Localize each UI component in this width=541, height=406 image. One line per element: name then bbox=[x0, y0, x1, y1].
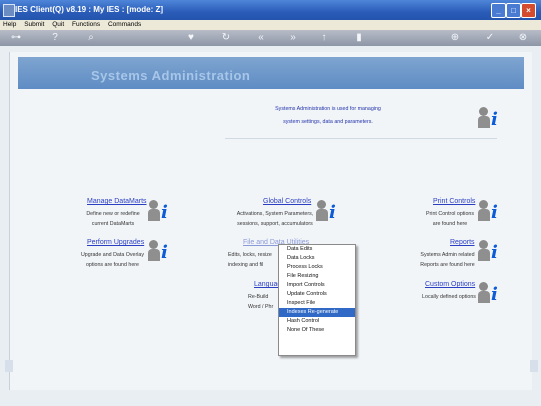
toolbar: ⊶ ? ⌕ ♥ ↻ « » ↑ ▮ ⊕ ✓ ⊗ bbox=[0, 30, 541, 46]
admin-person-icon: i bbox=[478, 106, 504, 130]
print-controls-desc: Print Control options are found here bbox=[415, 209, 485, 229]
app-icon bbox=[3, 4, 15, 17]
print-controls-link[interactable]: Print Controls bbox=[433, 198, 475, 205]
separator bbox=[225, 138, 497, 139]
menu-quit[interactable]: Quit bbox=[52, 21, 64, 28]
person-info-icon[interactable]: i bbox=[478, 239, 504, 263]
person-info-icon[interactable]: i bbox=[478, 281, 504, 305]
dropdown-item[interactable]: Update Controls bbox=[279, 290, 355, 299]
page-title: Systems Administration bbox=[91, 68, 251, 83]
person-info-icon[interactable]: i bbox=[316, 199, 342, 223]
cut-icon[interactable]: ▮ bbox=[351, 31, 367, 45]
desc-line: options are found here bbox=[85, 262, 139, 268]
page-banner: Systems Administration bbox=[18, 57, 524, 89]
close-icon[interactable]: ⊗ bbox=[515, 31, 531, 45]
perform-upgrades-desc: Upgrade and Data Overlay options are fou… bbox=[65, 250, 160, 270]
manage-datamarts-desc: Define new or redefine current DataMarts bbox=[68, 209, 158, 229]
dropdown-item-selected[interactable]: Indexes Re-generate bbox=[279, 308, 355, 317]
global-controls-desc: Activations, System Parameters, sessions… bbox=[225, 209, 325, 229]
confirm-icon[interactable]: ✓ bbox=[482, 31, 498, 45]
title-bar[interactable]: IES Client(Q) v8.19 : My IES : [mode: Z]… bbox=[0, 0, 541, 20]
help-icon[interactable]: ? bbox=[47, 31, 63, 45]
window-title: IES Client(Q) v8.19 : My IES : [mode: Z] bbox=[15, 5, 164, 14]
left-edge-tab[interactable] bbox=[5, 360, 13, 372]
status-bar bbox=[0, 390, 541, 406]
global-controls-link[interactable]: Global Controls bbox=[263, 198, 311, 205]
back-icon[interactable]: « bbox=[253, 31, 269, 45]
dropdown-item[interactable]: Import Controls bbox=[279, 281, 355, 290]
desc-line: sessions, support, accumulators bbox=[237, 221, 313, 227]
upload-icon[interactable]: ↑ bbox=[316, 31, 332, 45]
perform-upgrades-link[interactable]: Perform Upgrades bbox=[87, 239, 144, 246]
key-icon[interactable]: ⊶ bbox=[6, 31, 26, 45]
custom-options-link[interactable]: Custom Options bbox=[425, 281, 475, 288]
intro-line-2: system settings, data and parameters. bbox=[283, 119, 373, 125]
refresh-icon[interactable]: ↻ bbox=[218, 31, 234, 45]
reports-link[interactable]: Reports bbox=[450, 239, 475, 246]
person-info-icon[interactable]: i bbox=[148, 199, 174, 223]
person-info-icon[interactable]: i bbox=[478, 199, 504, 223]
desc-line: current DataMarts bbox=[91, 221, 135, 227]
close-button[interactable]: × bbox=[521, 3, 536, 18]
minimize-button[interactable]: _ bbox=[491, 3, 506, 18]
application-window: IES Client(Q) v8.19 : My IES : [mode: Z]… bbox=[0, 0, 541, 406]
manage-datamarts-link[interactable]: Manage DataMarts bbox=[87, 198, 147, 205]
forward-icon[interactable]: » bbox=[285, 31, 301, 45]
menu-submit[interactable]: Submit bbox=[24, 21, 44, 28]
dropdown-item[interactable]: Data Edits bbox=[279, 245, 355, 254]
dropdown-item[interactable]: Hash Control bbox=[279, 317, 355, 326]
desc-line: are found here bbox=[432, 221, 468, 227]
desc-line: Systems Admin related bbox=[420, 252, 475, 258]
desc-line: Activations, System Parameters, bbox=[236, 211, 314, 217]
reports-desc: Systems Admin related Reports are found … bbox=[410, 250, 485, 270]
search-icon[interactable]: ⌕ bbox=[83, 31, 99, 45]
intro-text: Systems Administration is used for manag… bbox=[263, 103, 393, 129]
dropdown-item[interactable]: Process Locks bbox=[279, 263, 355, 272]
menu-help[interactable]: Help bbox=[3, 21, 16, 28]
intro-line-1: Systems Administration is used for manag… bbox=[275, 106, 381, 112]
desc-line: Define new or redefine bbox=[86, 211, 140, 217]
dropdown-item[interactable]: None Of These bbox=[279, 326, 355, 335]
maximize-button[interactable]: □ bbox=[506, 3, 521, 18]
menu-bar: Help Submit Quit Functions Commands bbox=[0, 20, 541, 30]
dropdown-item[interactable]: Inspect File bbox=[279, 299, 355, 308]
main-content: Systems Administration Systems Administr… bbox=[9, 52, 532, 390]
menu-functions[interactable]: Functions bbox=[72, 21, 100, 28]
desc-line: Upgrade and Data Overlay bbox=[80, 252, 144, 258]
dropdown-item[interactable]: File Resizing bbox=[279, 272, 355, 281]
dropdown-item[interactable]: Data Locks bbox=[279, 254, 355, 263]
menu-commands[interactable]: Commands bbox=[108, 21, 141, 28]
desc-line: Reports are found here bbox=[420, 262, 475, 268]
right-edge-tab[interactable] bbox=[530, 360, 538, 372]
heart-icon[interactable]: ♥ bbox=[183, 31, 199, 45]
plus-icon[interactable]: ⊕ bbox=[447, 31, 463, 45]
desc-line: Print Control options bbox=[426, 211, 474, 217]
person-info-icon[interactable]: i bbox=[148, 239, 174, 263]
file-utilities-dropdown: Data Edits Data Locks Process Locks File… bbox=[278, 244, 356, 356]
